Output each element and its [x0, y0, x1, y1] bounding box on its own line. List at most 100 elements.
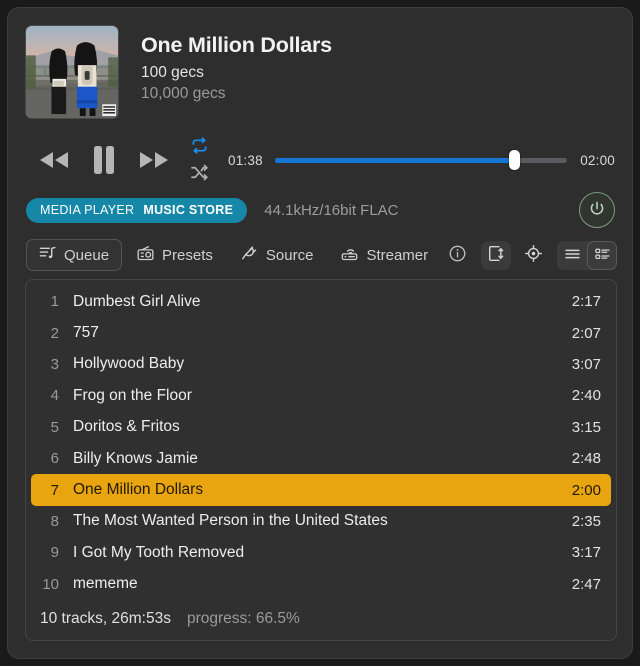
album-art[interactable]	[25, 25, 119, 119]
track-album: 10,000 gecs	[141, 84, 226, 102]
page-title: One Million Dollars	[141, 33, 332, 57]
track-title: Frog on the Floor	[73, 386, 192, 404]
queue-footer: 10 tracks, 26m:53s progress: 66.5%	[26, 608, 616, 640]
rewind-icon	[37, 150, 71, 170]
now-playing-header: One Million Dollars 100 gecs 10,000 gecs	[8, 8, 632, 119]
shuffle-icon	[190, 164, 209, 184]
table-row[interactable]: 1 Dumbest Girl Alive 2:17	[31, 286, 611, 317]
tab-streamer[interactable]: Streamer	[328, 239, 441, 271]
play-pause-button[interactable]	[78, 140, 130, 180]
status-bar: MEDIA PLAYER MUSIC STORE 44.1kHz/16bit F…	[8, 184, 632, 228]
track-number: 5	[50, 418, 59, 436]
track-title: I Got My Tooth Removed	[73, 543, 245, 561]
track-duration: 2:17	[571, 293, 601, 311]
plug-icon	[241, 245, 258, 265]
info-icon	[448, 244, 467, 266]
seek-fill	[274, 157, 514, 163]
track-number: 1	[50, 293, 59, 311]
tab-presets-label: Presets	[162, 246, 213, 264]
status-badge[interactable]: MEDIA PLAYER MUSIC STORE	[26, 197, 248, 223]
view-detail-button[interactable]	[587, 240, 617, 270]
table-row[interactable]: 10 mememe 2:47	[31, 569, 611, 600]
track-duration: 3:15	[571, 418, 601, 436]
track-title: 757	[73, 324, 99, 342]
transport-controls: 01:38 02:00	[8, 136, 632, 184]
elapsed-time: 01:38	[228, 152, 263, 168]
tab-source[interactable]: Source	[228, 239, 327, 271]
seek-handle[interactable]	[508, 150, 520, 170]
track-number: 6	[50, 450, 59, 468]
repeat-icon	[190, 136, 209, 157]
track-duration: 2:47	[571, 575, 601, 593]
track-number: 2	[50, 324, 59, 342]
total-time: 02:00	[580, 152, 615, 168]
table-row[interactable]: 4 Frog on the Floor 2:40	[31, 380, 611, 411]
track-title: Hollywood Baby	[73, 355, 185, 373]
track-number: 7	[50, 481, 59, 499]
table-row[interactable]: 3 Hollywood Baby 3:07	[31, 349, 611, 380]
resize-window-button[interactable]	[481, 240, 511, 270]
track-artist: 100 gecs	[141, 63, 204, 81]
router-icon	[341, 245, 358, 265]
tab-bar: Queue Presets Source Streamer	[8, 228, 632, 274]
list-icon	[564, 247, 581, 264]
resize-icon	[488, 245, 505, 265]
track-title: Billy Knows Jamie	[73, 449, 198, 467]
queue-icon	[39, 245, 56, 265]
track-title: Doritos & Fritos	[73, 418, 180, 436]
badge-media-player: MEDIA PLAYER	[40, 203, 135, 217]
table-row[interactable]: 8 The Most Wanted Person in the United St…	[31, 506, 611, 537]
detail-list-icon	[594, 247, 611, 264]
table-row[interactable]: 9 I Got My Tooth Removed 3:17	[31, 537, 611, 568]
table-row[interactable]: 2 757 2:07	[31, 317, 611, 348]
fast-forward-icon	[137, 150, 171, 170]
track-title: Dumbest Girl Alive	[73, 292, 201, 310]
track-number: 3	[50, 355, 59, 373]
tab-queue-label: Queue	[64, 246, 110, 264]
view-mode-toggle	[557, 240, 617, 270]
track-duration: 3:17	[571, 544, 601, 562]
track-duration: 2:40	[571, 387, 601, 405]
target-icon	[524, 245, 542, 265]
queue-progress: progress: 66.5%	[186, 610, 300, 627]
track-number: 4	[50, 387, 59, 405]
track-metadata: One Million Dollars 100 gecs 10,000 gecs	[119, 25, 332, 119]
tab-source-label: Source	[265, 246, 314, 264]
track-duration: 2:48	[571, 450, 601, 468]
shuffle-button[interactable]	[190, 164, 209, 184]
power-button[interactable]	[579, 192, 615, 228]
seek-slider[interactable]	[274, 150, 568, 170]
track-title: One Million Dollars	[73, 481, 204, 499]
media-player-window: One Million Dollars 100 gecs 10,000 gecs	[7, 7, 633, 659]
track-title: The Most Wanted Person in the United Sta…	[73, 512, 388, 530]
badge-music-store: MUSIC STORE	[143, 203, 234, 217]
track-duration: 3:07	[571, 355, 601, 373]
track-number: 10	[42, 575, 59, 593]
table-row[interactable]: 7 One Million Dollars 2:00	[31, 474, 611, 506]
track-title: mememe	[73, 575, 138, 593]
info-button[interactable]	[443, 241, 471, 269]
audio-format-label: 44.1kHz/16bit FLAC	[264, 201, 399, 219]
previous-track-button[interactable]	[30, 140, 78, 180]
track-number: 8	[50, 512, 59, 530]
pause-icon	[90, 144, 118, 176]
tab-streamer-label: Streamer	[366, 246, 429, 264]
queue-track-count: 10 tracks, 26m:53s	[40, 610, 171, 627]
tab-presets[interactable]: Presets	[124, 239, 226, 271]
view-list-button[interactable]	[557, 241, 587, 270]
track-number: 9	[50, 544, 59, 562]
track-duration: 2:00	[571, 481, 601, 499]
queue-panel: 1 Dumbest Girl Alive 2:17 2 757 2:07 3 Hollywoo…	[25, 279, 617, 641]
track-list[interactable]: 1 Dumbest Girl Alive 2:17 2 757 2:07 3 Hollywoo…	[26, 280, 616, 608]
radio-icon	[137, 245, 154, 265]
table-row[interactable]: 5 Doritos & Fritos 3:15	[31, 412, 611, 443]
table-row[interactable]: 6 Billy Knows Jamie 2:48	[31, 443, 611, 474]
playback-mode-buttons	[184, 136, 214, 184]
track-duration: 2:35	[571, 512, 601, 530]
tab-queue[interactable]: Queue	[26, 239, 123, 271]
next-track-button[interactable]	[130, 140, 178, 180]
repeat-button[interactable]	[190, 136, 209, 157]
track-duration: 2:07	[571, 324, 601, 342]
power-icon	[588, 200, 606, 221]
scroll-to-current-button[interactable]	[518, 241, 548, 270]
